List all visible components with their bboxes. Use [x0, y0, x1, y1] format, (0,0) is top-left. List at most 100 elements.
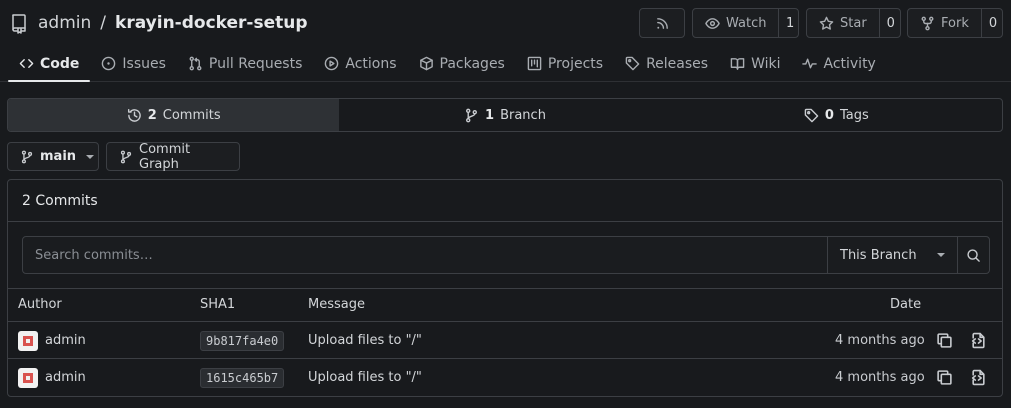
commits-stat-link[interactable]: 2 Commits [8, 99, 340, 131]
tab-pull-requests[interactable]: Pull Requests [177, 46, 313, 81]
commit-search-area: This Branch [8, 222, 1002, 289]
copy-icon [936, 369, 953, 386]
issue-icon [101, 56, 116, 71]
star-label: Star [840, 15, 867, 31]
tag-icon [804, 108, 819, 123]
rss-icon [655, 16, 670, 31]
tab-pull-requests-label: Pull Requests [208, 55, 303, 72]
repo-title: admin / krayin-docker-setup [8, 10, 308, 36]
repo-name-link[interactable]: krayin-docker-setup [115, 13, 308, 33]
commit-message-link[interactable]: Upload files to "/" [308, 322, 422, 359]
repo-owner-link[interactable]: admin [38, 13, 91, 33]
commit-author[interactable]: admin [18, 359, 86, 396]
column-author: Author [18, 297, 62, 312]
branch-icon [464, 108, 479, 123]
branches-label: Branch [500, 107, 546, 123]
tab-projects-label: Projects [547, 55, 604, 72]
code-icon [19, 56, 34, 71]
tag-icon [625, 56, 640, 71]
tags-label: Tags [839, 107, 869, 123]
fork-button[interactable]: Fork 0 [907, 8, 1003, 38]
tab-releases[interactable]: Releases [614, 46, 719, 81]
tab-actions[interactable]: Actions [313, 46, 407, 81]
repo-separator: / [100, 13, 107, 33]
commits-table-header: Author SHA1 Message Date [8, 289, 1002, 322]
tab-code[interactable]: Code [8, 46, 91, 82]
browse-files-button[interactable] [970, 322, 987, 359]
column-sha: SHA1 [200, 297, 236, 312]
eye-icon [705, 16, 720, 31]
fork-icon [920, 16, 935, 31]
tab-projects[interactable]: Projects [516, 46, 614, 81]
watch-label: Watch [726, 15, 767, 31]
tab-activity[interactable]: Activity [791, 46, 886, 81]
search-scope-dropdown[interactable]: This Branch [827, 237, 957, 273]
commit-row: admin 1615c465b7 Upload files to "/" 4 m… [8, 359, 1002, 396]
commit-sha-link[interactable]: 9b817fa4e0 [200, 330, 285, 351]
author-name: admin [45, 333, 86, 348]
star-label-area[interactable]: Star [807, 9, 879, 37]
watch-button[interactable]: Watch 1 [692, 8, 799, 38]
copy-sha-button[interactable] [936, 322, 953, 359]
commits-panel: 2 Commits This Branch Author SHA1 Messag… [7, 179, 1003, 397]
repo-header: admin / krayin-docker-setup Watch 1 Star… [0, 0, 1011, 46]
commit-search-box: This Branch [22, 236, 990, 274]
repo-nav-tabs: Code Issues Pull Requests Actions Packag… [0, 46, 1011, 82]
file-code-icon [970, 369, 987, 386]
repo-icon [8, 12, 30, 34]
commits-count: 2 [147, 107, 157, 123]
copy-sha-button[interactable] [936, 359, 953, 396]
commit-graph-label: Commit Graph [139, 141, 191, 172]
fork-count[interactable]: 0 [980, 9, 1004, 37]
author-name: admin [45, 370, 86, 385]
column-message: Message [308, 297, 365, 312]
search-scope-value: This Branch [840, 247, 917, 263]
commit-date: 4 months ago [835, 333, 925, 348]
tab-wiki-label: Wiki [751, 55, 781, 72]
branch-selector-value: main [40, 149, 77, 164]
tags-count: 0 [824, 107, 834, 123]
play-icon [324, 56, 339, 71]
tags-stat-link[interactable]: 0 Tags [671, 99, 1002, 131]
chevron-down-icon [86, 154, 95, 159]
tab-packages[interactable]: Packages [408, 46, 516, 81]
commits-panel-title: 2 Commits [8, 180, 1002, 222]
avatar [18, 367, 38, 388]
fork-label-area[interactable]: Fork [908, 9, 981, 37]
search-icon [966, 248, 981, 263]
tab-code-label: Code [40, 55, 80, 72]
rss-button[interactable] [639, 8, 685, 38]
branches-stat-link[interactable]: 1 Branch [339, 99, 670, 131]
project-icon [527, 56, 542, 71]
git-graph-icon [119, 150, 133, 164]
search-button[interactable] [957, 237, 989, 273]
history-icon [127, 108, 142, 123]
commit-message-link[interactable]: Upload files to "/" [308, 359, 422, 396]
watch-count[interactable]: 1 [778, 9, 801, 37]
commit-date: 4 months ago [835, 370, 925, 385]
branch-selector-dropdown[interactable]: main [7, 142, 99, 171]
star-button[interactable]: Star 0 [806, 8, 901, 38]
column-date: Date [890, 297, 922, 312]
fork-label: Fork [941, 15, 969, 31]
watch-label-area[interactable]: Watch [693, 9, 778, 37]
repo-stats-bar: 2 Commits 1 Branch 0 Tags [7, 98, 1003, 132]
commit-graph-button[interactable]: Commit Graph [106, 141, 240, 172]
tab-wiki[interactable]: Wiki [719, 46, 791, 81]
browse-files-button[interactable] [970, 359, 987, 396]
tab-issues[interactable]: Issues [90, 46, 177, 81]
commits-label: Commits [162, 107, 221, 123]
tab-activity-label: Activity [823, 55, 876, 72]
tab-releases-label: Releases [646, 55, 709, 72]
tab-packages-label: Packages [439, 55, 505, 72]
branches-count: 1 [485, 107, 495, 123]
star-icon [819, 16, 834, 31]
commit-row: admin 9b817fa4e0 Upload files to "/" 4 m… [8, 322, 1002, 359]
star-count[interactable]: 0 [878, 9, 902, 37]
commit-sha-link[interactable]: 1615c465b7 [200, 367, 285, 388]
commit-author[interactable]: admin [18, 322, 86, 359]
avatar [18, 330, 38, 351]
tab-actions-label: Actions [345, 55, 397, 72]
tab-issues-label: Issues [122, 55, 166, 72]
commit-search-input[interactable] [23, 237, 827, 273]
